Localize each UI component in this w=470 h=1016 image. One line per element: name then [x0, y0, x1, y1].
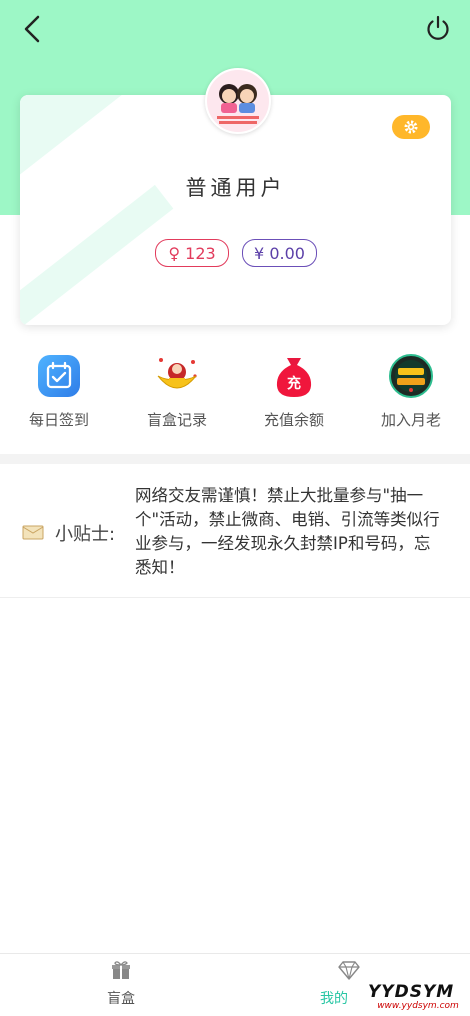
quick-action-label: 加入月老	[380, 411, 441, 429]
gift-icon	[112, 961, 130, 979]
calendar-check-icon	[38, 355, 80, 397]
watermark-logo: YYDSYM www.yydsym.com	[368, 982, 459, 1011]
balance-badge: ¥ 0.00	[242, 239, 317, 267]
quick-action-records[interactable]: 盲盒记录	[122, 354, 232, 430]
tips-section: 小贴士: 网络交友需谨慎！禁止大批量参与"抽一个"活动，禁止微商、电销、引流等类…	[0, 464, 470, 598]
power-icon[interactable]	[424, 14, 452, 42]
back-arrow-icon[interactable]	[20, 14, 46, 44]
card-decoration	[20, 184, 174, 325]
tips-label: 小贴士:	[55, 524, 116, 545]
badge-emblem-icon	[389, 354, 433, 398]
gear-icon	[404, 120, 418, 134]
avatar[interactable]	[205, 68, 271, 134]
points-badge: ♀ 123	[155, 239, 229, 267]
money-bag-icon: 充	[276, 358, 312, 397]
section-divider	[0, 454, 470, 464]
tips-text: 网络交友需谨慎！禁止大批量参与"抽一个"活动，禁止微商、电销、引流等类似行业参与…	[135, 486, 440, 577]
gold-ingot-icon	[157, 358, 197, 389]
settings-button[interactable]	[392, 115, 430, 139]
diamond-icon	[338, 961, 360, 980]
quick-action-recharge[interactable]: 充 充值余额	[239, 354, 349, 430]
quick-action-label: 每日签到	[28, 411, 89, 429]
quick-action-label: 盲盒记录	[146, 411, 207, 429]
envelope-icon	[22, 525, 44, 540]
username: 普通用户	[185, 176, 286, 200]
quick-action-checkin[interactable]: 每日签到	[4, 354, 114, 430]
quick-action-label: 充值余额	[263, 411, 324, 429]
tab-blind-box[interactable]: 盲盒	[71, 960, 171, 1008]
avatar-image	[207, 70, 269, 132]
tab-label: 我的	[320, 991, 348, 1007]
tab-label: 盲盒	[107, 991, 135, 1007]
svg-text:充: 充	[287, 375, 301, 392]
quick-action-join[interactable]: 加入月老	[356, 354, 466, 430]
